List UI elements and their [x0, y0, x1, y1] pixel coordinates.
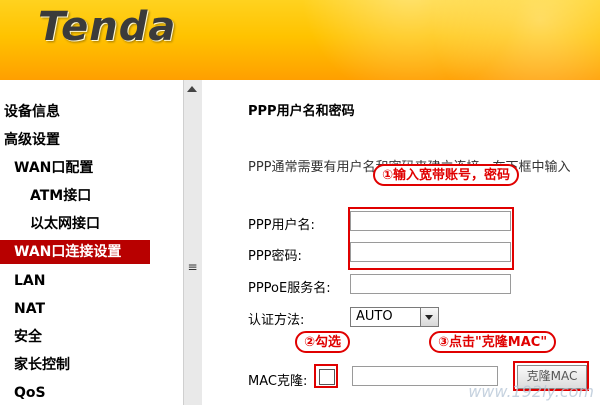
step3-callout: ③点击"克隆MAC": [429, 331, 557, 353]
main-content: PPP用户名和密码 PPP通常需要有用户名和密码来建立连接。在下框中输入 PPP…: [202, 80, 600, 405]
nav-device-info[interactable]: 设备信息: [4, 100, 60, 124]
nav-parental-control[interactable]: 家长控制: [14, 353, 70, 377]
credentials-highlight-box: [348, 207, 514, 270]
sidebar-nav: 设备信息 高级设置 WAN口配置 ATM接口 以太网接口 WAN口连接设置 LA…: [0, 80, 183, 405]
mac-clone-label: MAC克隆:: [248, 374, 308, 389]
step1-callout: ①输入宽带账号，密码: [373, 164, 520, 186]
ppp-username-label: PPP用户名:: [248, 218, 315, 233]
auth-method-label: 认证方法:: [248, 313, 305, 328]
step2-callout: ②勾选: [295, 331, 351, 353]
auth-method-select[interactable]: AUTO: [350, 307, 439, 327]
nav-qos[interactable]: QoS: [14, 381, 46, 405]
watermark: www.192ly.com: [468, 382, 594, 401]
nav-nat[interactable]: NAT: [14, 297, 45, 321]
nav-atm-interface[interactable]: ATM接口: [30, 184, 91, 208]
pppoe-service-input[interactable]: [350, 274, 511, 294]
scroll-up-icon[interactable]: [187, 86, 197, 92]
header-glow: [430, 0, 600, 80]
header-banner: Tenda: [0, 0, 600, 80]
nav-wan-config[interactable]: WAN口配置: [14, 156, 93, 180]
sidebar-scrollbar[interactable]: ≡: [183, 80, 203, 405]
nav-ethernet-interface[interactable]: 以太网接口: [30, 212, 100, 236]
pppoe-service-label: PPPoE服务名:: [248, 281, 331, 296]
nav-lan[interactable]: LAN: [14, 269, 45, 293]
ppp-password-label: PPP密码:: [248, 249, 302, 264]
chevron-down-icon[interactable]: [420, 308, 438, 326]
page-title: PPP用户名和密码: [248, 104, 355, 119]
nav-security[interactable]: 安全: [14, 325, 42, 349]
nav-advanced-settings[interactable]: 高级设置: [4, 128, 60, 152]
auth-method-value: AUTO: [356, 309, 393, 324]
scroll-grip-icon[interactable]: ≡: [187, 261, 198, 273]
tenda-logo: Tenda: [38, 4, 177, 50]
nav-wan-connection-settings[interactable]: WAN口连接设置: [0, 240, 150, 264]
checkbox-highlight-box: [314, 364, 338, 388]
